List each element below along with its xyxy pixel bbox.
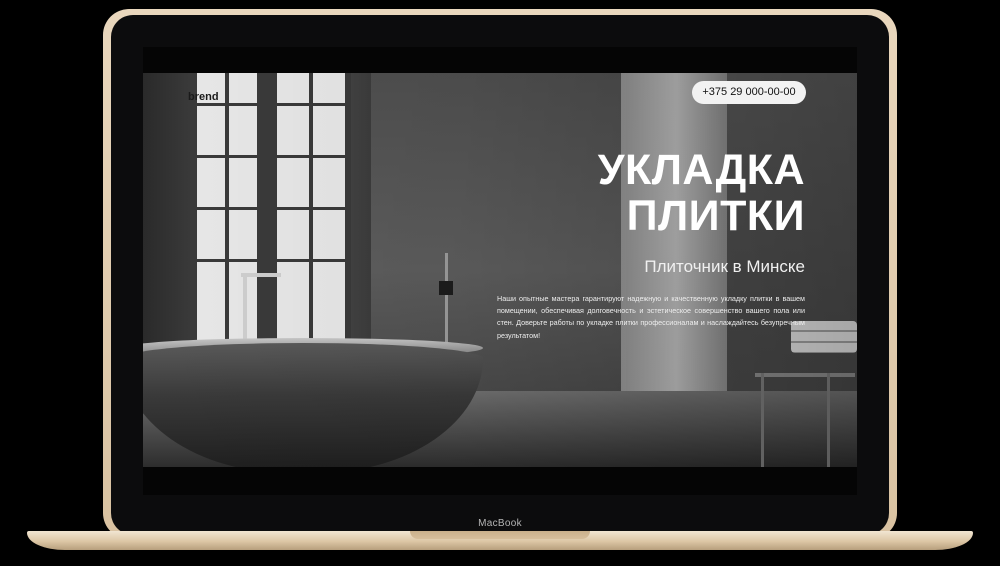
device-brand-label: MacBook [478, 518, 522, 529]
site-logo[interactable]: brend [188, 91, 219, 103]
hero-subtitle: Плиточник в Минске [644, 257, 805, 276]
hero-description: Наши опытные мастера гарантируют надежну… [497, 294, 805, 340]
hero-title-line1: УКЛАДКА [597, 146, 805, 194]
laptop-hinge-notch [410, 531, 590, 539]
hero-title-line2: ПЛИТКИ [626, 192, 805, 240]
laptop-screen: brend +375 29 000-00-00 УКЛАДКА ПЛИТКИ П… [143, 47, 857, 495]
hero-title: УКЛАДКА ПЛИТКИ [598, 147, 805, 239]
laptop-mockup: brend +375 29 000-00-00 УКЛАДКА ПЛИТКИ П… [0, 0, 1000, 566]
phone-button[interactable]: +375 29 000-00-00 [692, 81, 806, 104]
